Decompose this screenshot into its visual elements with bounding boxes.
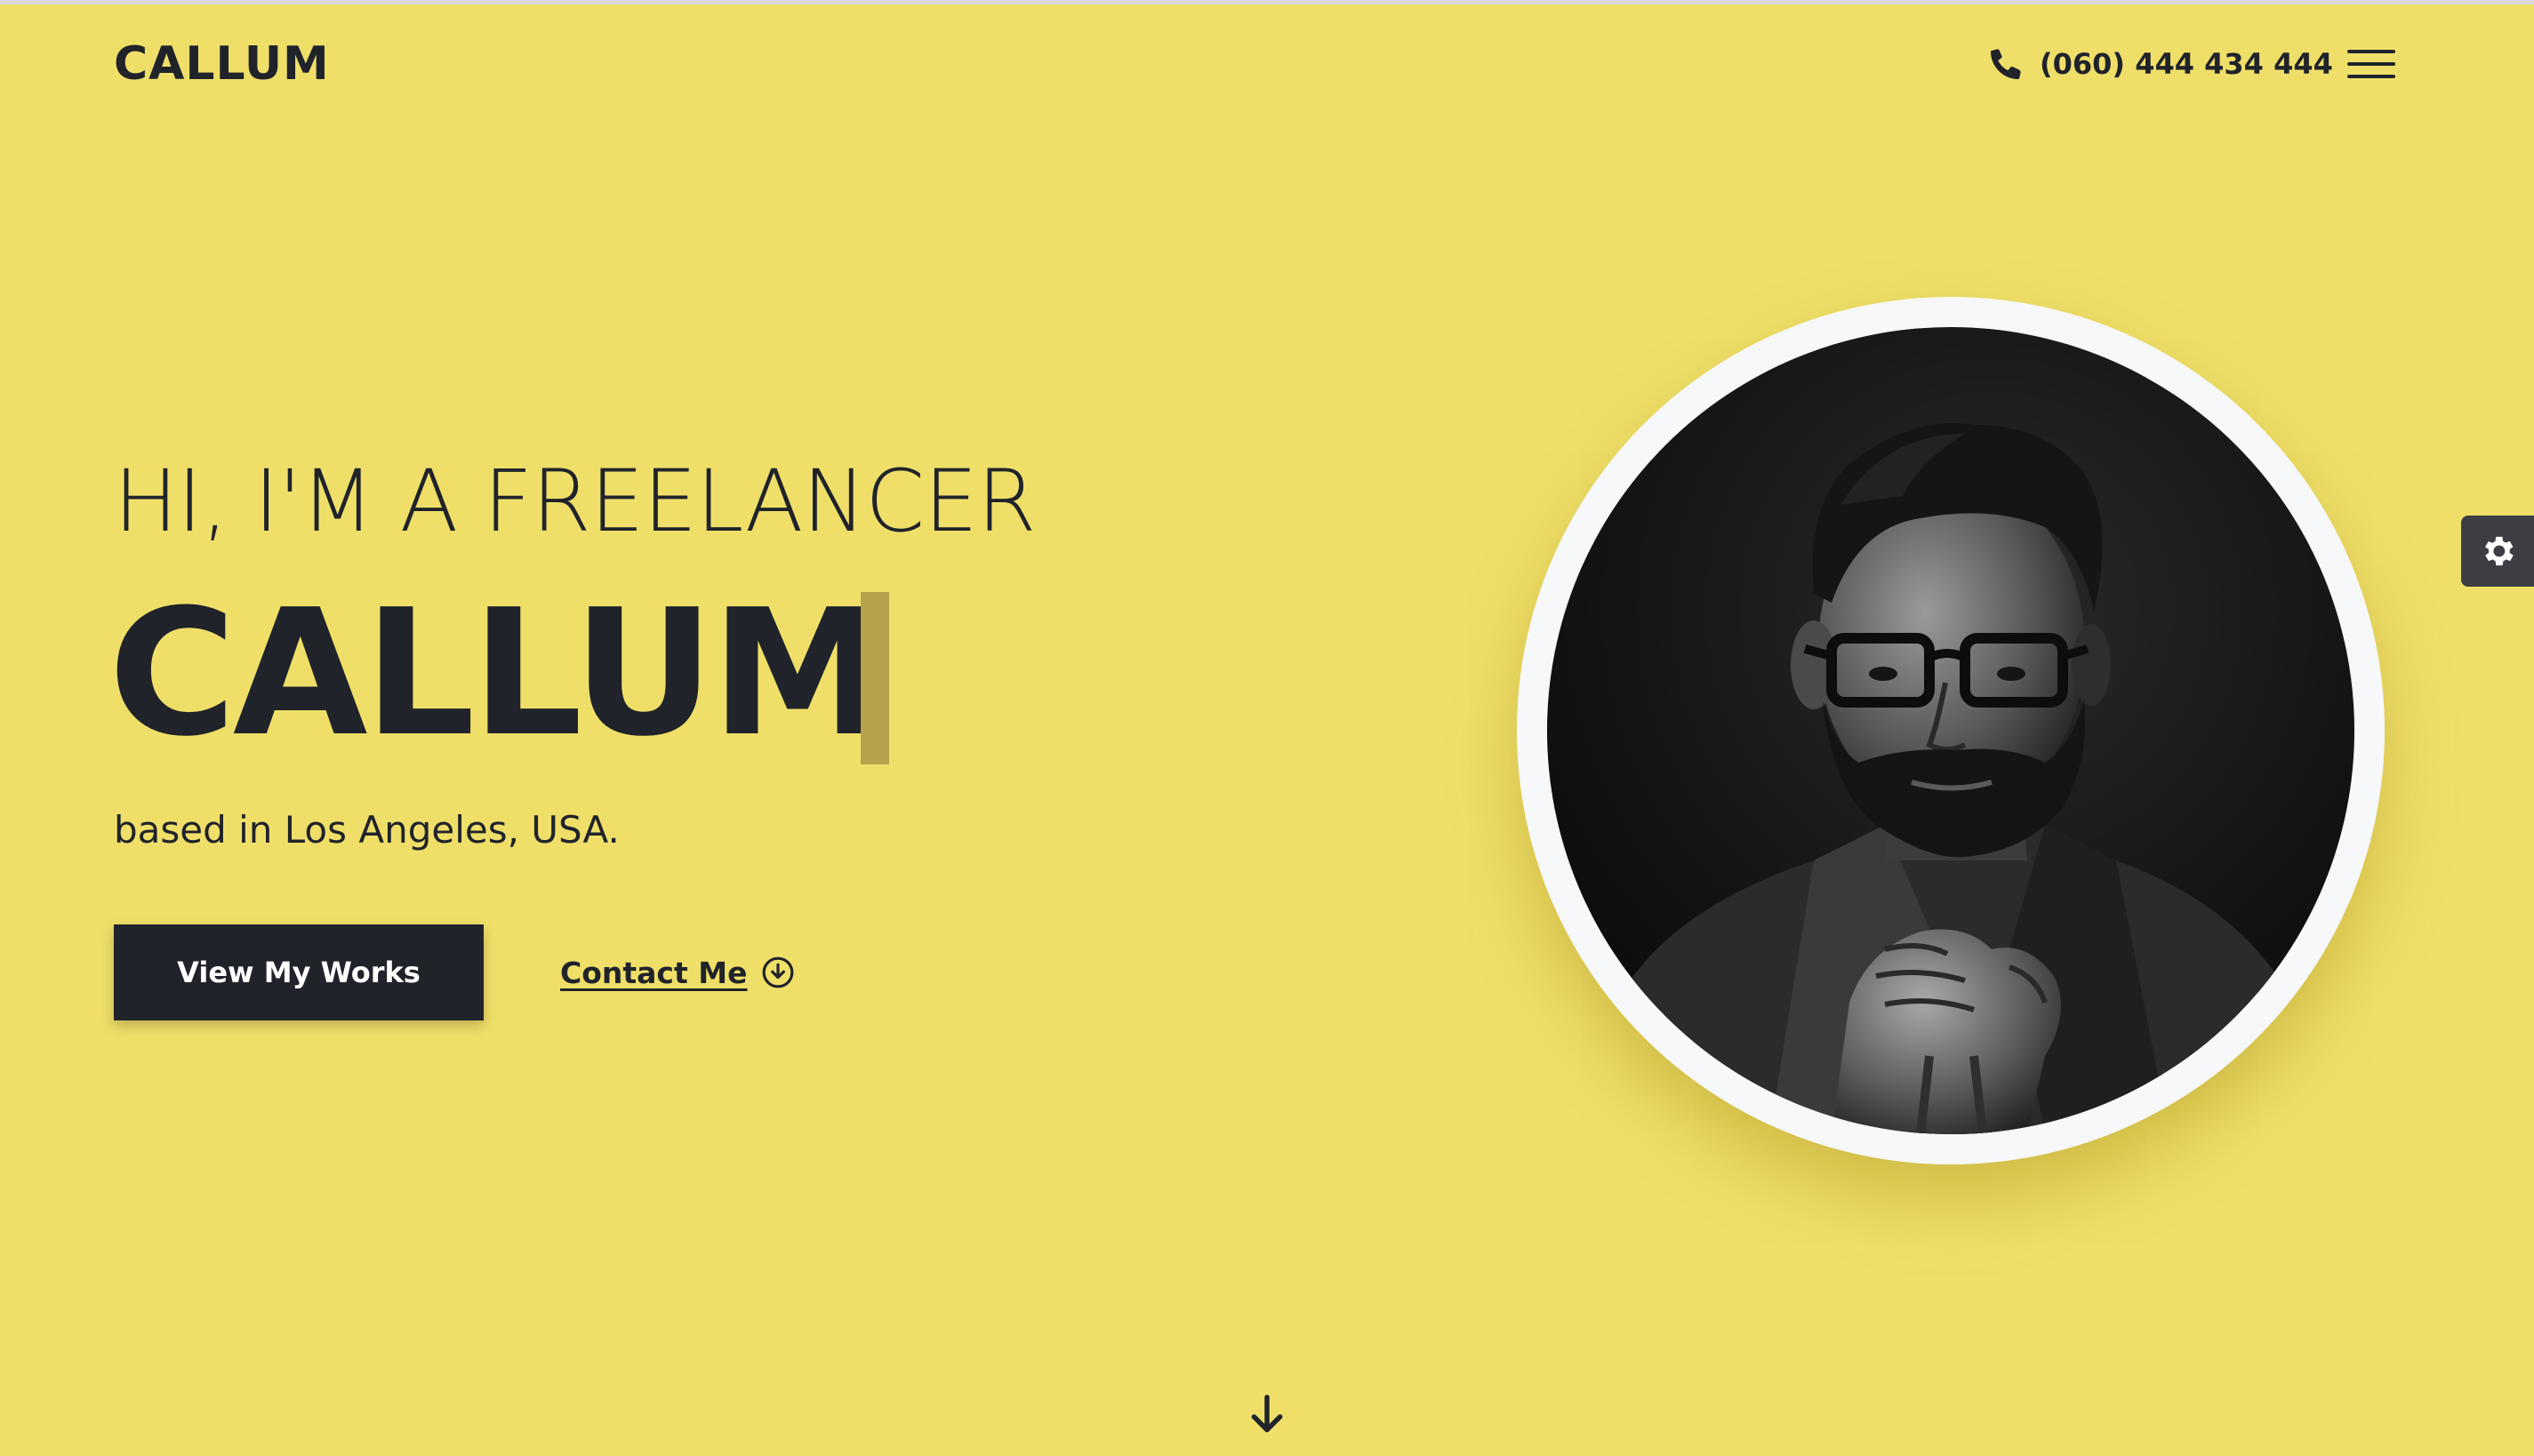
hero-subtitle: HI, I'M A FREELANCER (114, 452, 1037, 551)
hero-name: CALLUM (108, 572, 885, 775)
scroll-down-arrow[interactable] (1247, 1394, 1287, 1436)
hamburger-menu-icon[interactable] (2347, 46, 2395, 82)
view-my-works-button[interactable]: View My Works (114, 924, 484, 1020)
arrow-down-icon (1251, 1395, 1283, 1433)
phone-icon (1991, 49, 2021, 79)
contact-me-link[interactable]: Contact Me (560, 949, 795, 996)
site-logo[interactable]: CALLUM (114, 37, 330, 91)
gear-icon (2485, 536, 2514, 566)
typing-cursor (861, 592, 889, 764)
phone-link[interactable]: (060) 444 434 444 (1988, 41, 2333, 87)
arrow-down-circle-icon (763, 956, 794, 988)
portrait-photo (1547, 327, 2354, 1134)
hero-name-container: CALLUM (108, 572, 885, 775)
settings-tab[interactable] (2461, 516, 2534, 587)
top-border (0, 0, 2534, 4)
phone-number: (060) 444 434 444 (2040, 47, 2333, 81)
contact-me-label: Contact Me (560, 955, 748, 990)
hero-location: based in Los Angeles, USA. (114, 808, 620, 852)
portrait-frame (1517, 297, 2385, 1164)
